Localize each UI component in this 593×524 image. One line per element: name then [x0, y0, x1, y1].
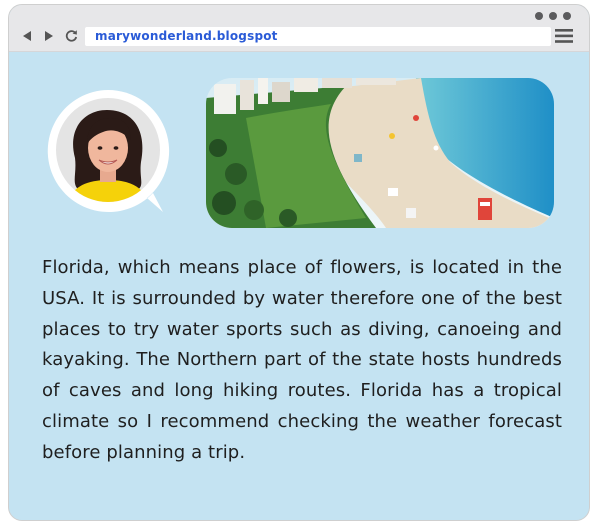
forward-arrow-icon[interactable] [43, 30, 55, 42]
back-arrow-icon[interactable] [21, 30, 33, 42]
browser-toolbar: marywonderland.blogspot [9, 5, 589, 52]
navigation-controls [21, 29, 78, 42]
post-body: Florida, which means place of flowers, i… [42, 257, 562, 463]
reload-icon[interactable] [65, 29, 78, 42]
hamburger-menu-icon[interactable] [555, 29, 573, 43]
address-bar[interactable]: marywonderland.blogspot [85, 27, 551, 46]
author-avatar [47, 89, 170, 212]
browser-window: marywonderland.blogspot Florida, which m… [8, 4, 590, 521]
florida-beach-image [206, 78, 554, 228]
url-text: marywonderland.blogspot [95, 29, 278, 43]
three-dots-icon[interactable] [535, 12, 571, 20]
